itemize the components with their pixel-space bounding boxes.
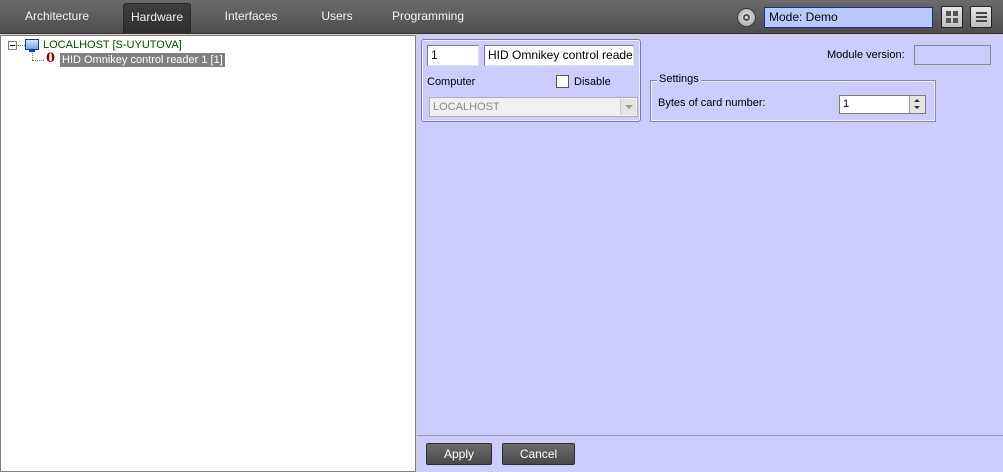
bytes-of-card-number-value: 1 [843, 98, 850, 110]
disable-label: Disable [574, 76, 611, 88]
module-version-label: Module version: [827, 49, 905, 61]
tree-connector [32, 51, 33, 60]
disable-checkbox[interactable] [556, 75, 569, 88]
collapse-toggle-icon[interactable] [8, 41, 17, 50]
settings-group: Settings Bytes of card number: 1 [650, 73, 936, 122]
bytes-of-card-number-stepper[interactable]: 1 [839, 95, 926, 114]
layout-button[interactable] [941, 6, 963, 28]
cancel-button[interactable]: Cancel [502, 443, 575, 465]
mode-indicator[interactable]: Mode: Demo [764, 7, 933, 28]
computer-label: Computer [427, 76, 476, 88]
tree-item-omnikey-reader[interactable]: HID Omnikey control reader 1 [1] [60, 53, 225, 67]
object-id-field[interactable]: 1 [427, 45, 479, 66]
module-version-field [914, 45, 991, 65]
tab-users[interactable]: Users [311, 3, 363, 33]
menu-button[interactable] [970, 6, 992, 28]
bytes-of-card-number-label: Bytes of card number: [658, 97, 766, 109]
apply-button[interactable]: Apply [426, 443, 492, 465]
top-navigation-bar: Architecture Hardware Interfaces Users P… [0, 0, 1003, 34]
object-identity-group: 1 HID Omnikey control reader 1 Computer … [421, 39, 641, 122]
settings-panel: 1 HID Omnikey control reader 1 Computer … [417, 35, 1003, 435]
tree-item-localhost[interactable]: LOCALHOST [S-UYUTOVA] [43, 39, 182, 51]
computer-select[interactable]: LOCALHOST [429, 97, 638, 117]
tab-hardware[interactable]: Hardware [123, 3, 191, 33]
object-name-field[interactable]: HID Omnikey control reader 1 [484, 45, 634, 66]
settings-group-title: Settings [657, 73, 701, 85]
hardware-tree[interactable]: LOCALHOST [S-UYUTOVA] 0 HID Omnikey cont… [0, 35, 416, 472]
menu-list-icon [976, 12, 987, 23]
tab-architecture[interactable]: Architecture [14, 3, 100, 33]
computer-icon [25, 39, 39, 52]
tree-connector [17, 45, 25, 46]
chevron-down-icon[interactable] [620, 99, 636, 115]
tab-programming[interactable]: Programming [384, 3, 472, 33]
tab-interfaces[interactable]: Interfaces [214, 3, 288, 33]
computer-select-value: LOCALHOST [433, 101, 500, 113]
settings-gear-icon[interactable] [737, 8, 756, 27]
action-bar: Apply Cancel [417, 435, 1003, 472]
card-reader-icon: 0 [46, 51, 56, 66]
stepper-arrows-icon[interactable] [909, 96, 925, 113]
tree-connector [32, 60, 44, 61]
layout-grid-icon [946, 11, 958, 23]
